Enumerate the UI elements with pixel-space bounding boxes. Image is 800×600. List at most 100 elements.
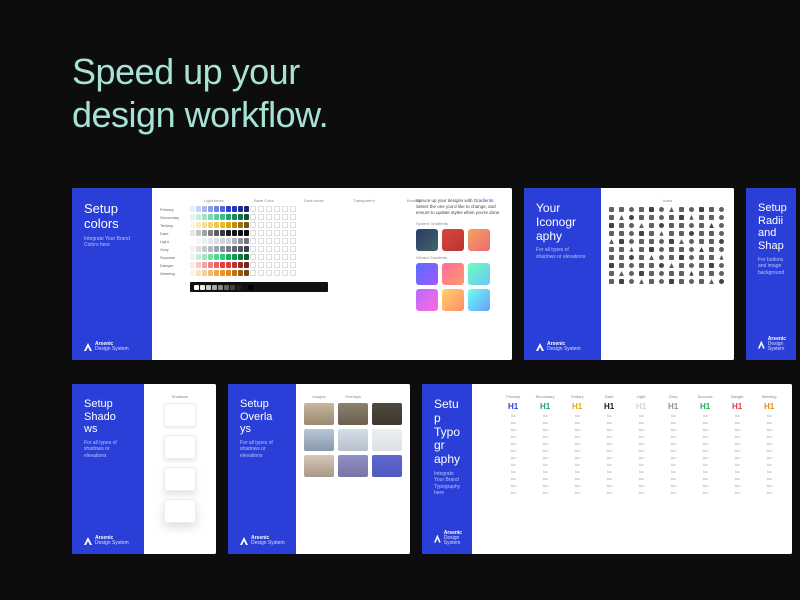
sample-icon [719,207,724,212]
card-shadows-content: Shadows [144,384,216,554]
color-swatch-outline [282,246,288,252]
color-swatch-outline [250,206,256,212]
color-swatch [208,222,213,228]
color-swatch-outline [282,254,288,260]
page-headline: Speed up yourdesign workflow. [72,50,328,136]
sample-icon [649,247,654,252]
sample-icon [629,247,634,252]
sample-icon [709,231,714,236]
color-swatch [202,222,207,228]
type-sample: Aa [722,455,752,460]
color-swatch-outline [274,222,280,228]
card-shadows: Setup Shado ws For all types of shadows … [72,384,216,554]
sample-icon [629,239,634,244]
color-swatch [196,270,201,276]
shadow-sample [164,403,196,427]
sample-icon [719,215,724,220]
color-swatch [196,238,201,244]
brand-badge: ArsenicDesign System [536,342,581,352]
type-col-header: Danger [722,394,752,399]
sample-icon [699,271,704,276]
color-swatch [226,214,231,220]
sample-icon [639,207,644,212]
type-sample: Aa [498,448,528,453]
color-swatch [220,254,225,260]
type-sample: Aa [562,455,592,460]
type-sample: Aa [722,434,752,439]
overlay-row [304,429,402,451]
type-sample: Aa [498,462,528,467]
sample-icon [659,207,664,212]
color-col-header: Base Color [240,198,288,203]
overlay-sample [372,429,402,451]
type-sample: Aa [626,413,656,418]
type-row: H1H1H1H1H1H1H1H1H1 [480,402,784,411]
color-swatch-outline [250,230,256,236]
type-sample: Aa [626,448,656,453]
icons-header: Icons [609,198,726,203]
type-sample: Aa [754,476,784,481]
type-sample: Aa [658,441,688,446]
type-row: AaAaAaAaAaAaAaAaAa [480,469,784,474]
sample-icon [659,247,664,252]
type-sample: Aa [562,434,592,439]
color-swatch [232,254,237,260]
type-sample: Aa [722,427,752,432]
type-sample: Aa [562,441,592,446]
sample-icon [629,231,634,236]
overlay-col-header: Images [304,394,334,399]
sample-icon [679,215,684,220]
sample-icon [619,223,624,228]
type-sample: Aa [594,490,624,495]
sample-icon [709,223,714,228]
card-overlays-title: Setup Overla ys [240,398,284,436]
greyscale-swatch [194,285,199,290]
sample-icon [649,223,654,228]
color-swatch-outline [274,230,280,236]
type-sample: Aa [754,455,784,460]
type-sample: Aa [658,448,688,453]
type-sample: Aa [562,413,592,418]
sample-icon [649,263,654,268]
color-swatch [208,206,213,212]
sample-icon [659,271,664,276]
type-sample: Aa [594,455,624,460]
color-swatch [190,238,195,244]
system-gradients-header: System Gradients [416,221,504,226]
color-swatch [238,246,243,252]
color-swatch [208,262,213,268]
card-colors-sub: Integrate Your Brand Colors here [84,236,140,249]
sample-icon [629,207,634,212]
sample-icon [709,247,714,252]
type-sample: Aa [530,490,560,495]
color-swatch [208,246,213,252]
type-sample: Aa [498,455,528,460]
gradient-swatch [468,229,490,251]
color-swatch-outline [282,270,288,276]
color-swatch-outline [282,222,288,228]
type-sample: Aa [690,413,720,418]
type-sample: Aa [530,427,560,432]
card-iconography-title: Your Iconogr aphy [536,202,589,243]
type-sample: Aa [754,462,784,467]
type-sample: H1 [658,402,688,411]
type-sample: Aa [594,413,624,418]
sample-icon [699,263,704,268]
sample-icon [709,255,714,260]
color-swatch [190,230,195,236]
type-sample: Aa [626,469,656,474]
type-sample: Aa [626,420,656,425]
color-col-header: Light tones [190,198,238,203]
type-sample: Aa [690,448,720,453]
type-sample: Aa [658,413,688,418]
sample-icon [609,223,614,228]
type-sample: Aa [690,441,720,446]
color-swatch-outline [258,206,264,212]
color-swatch-outline [250,214,256,220]
sample-icon [609,279,614,284]
color-swatch [244,254,249,260]
sample-icon [609,271,614,276]
color-swatch [202,214,207,220]
color-swatch [202,246,207,252]
sample-icon [709,239,714,244]
